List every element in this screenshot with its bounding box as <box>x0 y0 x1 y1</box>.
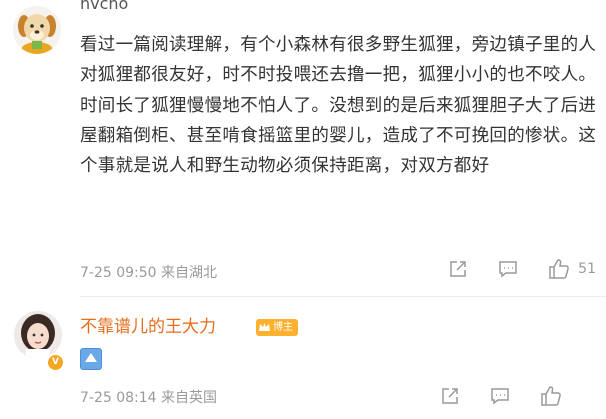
comment-icon <box>498 259 518 279</box>
up-arrow-emoji-icon <box>80 348 102 370</box>
like-button[interactable] <box>540 385 562 407</box>
comment-icon <box>490 386 510 406</box>
share-button[interactable] <box>440 386 460 406</box>
verified-badge-icon: V <box>46 353 65 372</box>
comment-item: V 不靠谱儿的王大力 博主 7-25 08:14 来自英国 <box>0 297 606 419</box>
author-badge-label: 博主 <box>273 322 293 333</box>
author-badge: 博主 <box>256 319 298 336</box>
thumbs-up-icon <box>548 258 570 280</box>
comment-actions <box>410 385 596 407</box>
comment-meta: 7-25 08:14 来自英国 <box>80 390 218 406</box>
comment-button[interactable] <box>498 259 518 279</box>
like-button[interactable]: 51 <box>548 258 596 280</box>
comment-meta: 7-25 09:50 来自湖北 <box>80 265 218 281</box>
share-icon <box>440 386 460 406</box>
comment-username[interactable]: nvcho <box>80 0 128 14</box>
avatar[interactable] <box>13 6 61 54</box>
comment-text: 看过一篇阅读理解，有个小森林有很多野生狐狸，旁边镇子里的人对狐狸都很友好，时不时… <box>80 35 597 177</box>
avatar[interactable] <box>14 311 62 359</box>
comment-button[interactable] <box>490 386 510 406</box>
thumbs-up-icon <box>540 385 562 407</box>
share-icon <box>448 259 468 279</box>
crown-icon <box>258 321 271 334</box>
comment-item: nvcho 看过一篇阅读理解，有个小森林有很多野生狐狸，旁边镇子里的人对狐狸都很… <box>0 0 606 296</box>
comment-actions: 51 <box>418 258 596 280</box>
share-button[interactable] <box>448 259 468 279</box>
comment-username[interactable]: 不靠谱儿的王大力 <box>80 317 216 337</box>
like-count: 51 <box>578 261 596 277</box>
